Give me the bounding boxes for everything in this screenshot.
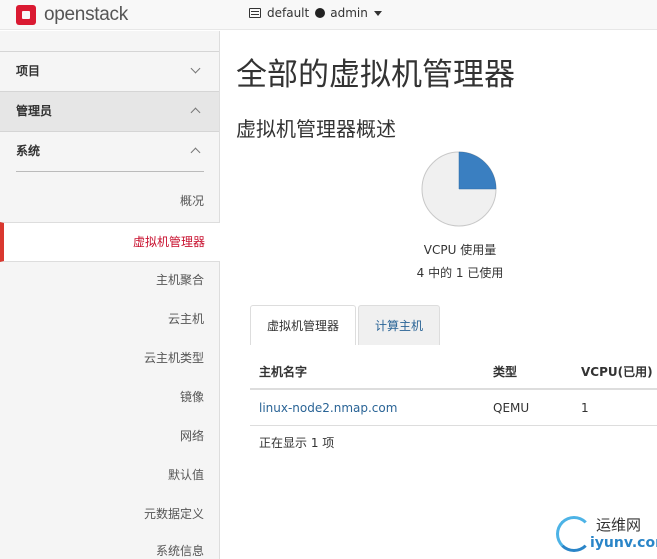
sidebar-panel-admin[interactable]: 管理员: [0, 91, 219, 131]
watermark-logo: 运维网 iyunv.com: [552, 512, 657, 557]
watermark-ring-icon: [556, 516, 592, 552]
sidebar-item-host-aggregates[interactable]: 主机聚合: [0, 265, 219, 295]
sidebar-item-hypervisors[interactable]: 虚拟机管理器: [0, 222, 220, 262]
brand-logo[interactable]: openstack: [16, 4, 128, 26]
watermark-text-en: iyunv.com: [590, 535, 657, 551]
sidebar-item-instances[interactable]: 云主机: [0, 304, 219, 334]
sidebar-panel-system[interactable]: 系统: [0, 131, 219, 173]
project-name: default: [267, 6, 310, 20]
chevron-up-icon: [190, 107, 201, 118]
sidebar-item-overview[interactable]: 概况: [0, 186, 219, 216]
cell-type: QEMU: [493, 401, 530, 415]
table-item-count: 正在显示 1 项: [259, 436, 335, 450]
pie-chart-title: VCPU 使用量: [423, 243, 497, 257]
divider: [16, 171, 204, 172]
pie-chart-subtitle: 4 中的 1 已使用: [416, 266, 504, 280]
sidebar-panel-label: 项目: [16, 64, 41, 78]
cell-vcpu-used: 1: [581, 401, 589, 415]
tab-hypervisors[interactable]: 虚拟机管理器: [250, 305, 357, 345]
sidebar-item-defaults[interactable]: 默认值: [0, 460, 219, 490]
table-row: linux-node2.nmap.com QEMU 1: [250, 390, 657, 426]
sidebar-panel-label: 系统: [16, 144, 41, 158]
project-user-dropdown[interactable]: default admin: [249, 6, 382, 20]
column-header-type[interactable]: 类型: [493, 354, 517, 390]
hostname-link[interactable]: linux-node2.nmap.com: [259, 401, 397, 415]
tab-compute-host[interactable]: 计算主机: [358, 305, 441, 345]
chevron-up-icon: [190, 147, 201, 158]
sidebar: 项目 管理员 系统 概况 虚拟机管理器 主机聚合 云主机 云主机类型 镜像 网络…: [0, 31, 220, 559]
tab-bar: 虚拟机管理器 计算主机: [250, 305, 442, 345]
sidebar-panel-project[interactable]: 项目: [0, 51, 219, 91]
user-dot-icon: [315, 8, 326, 18]
sidebar-item-system-info[interactable]: 系统信息: [0, 536, 219, 559]
chevron-down-icon: [190, 63, 201, 74]
top-navbar: openstack default admin: [0, 0, 657, 30]
sidebar-panel-label: 管理员: [16, 104, 53, 118]
column-header-vcpu-used[interactable]: VCPU(已用): [581, 354, 653, 390]
openstack-logo-icon: [16, 5, 36, 25]
table-header: 主机名字 类型 VCPU(已用): [250, 354, 657, 390]
sidebar-item-metadata-definitions[interactable]: 元数据定义: [0, 499, 219, 529]
page-title: 全部的虚拟机管理器: [236, 57, 515, 93]
hypervisors-table: 主机名字 类型 VCPU(已用) linux-node2.nmap.com QE…: [250, 354, 657, 450]
pie-slice-used: [458, 151, 497, 190]
section-title: 虚拟机管理器概述: [236, 117, 396, 141]
sidebar-item-flavors[interactable]: 云主机类型: [0, 343, 219, 373]
sidebar-item-networks[interactable]: 网络: [0, 421, 219, 451]
watermark-text-cn: 运维网: [596, 516, 642, 534]
vcpu-usage-pie-chart: [420, 150, 498, 228]
user-name: admin: [330, 6, 368, 20]
sidebar-item-images[interactable]: 镜像: [0, 382, 219, 412]
brand-name: openstack: [44, 4, 128, 25]
main-content: 全部的虚拟机管理器 虚拟机管理器概述 VCPU 使用量 4 中的 1 已使用 虚…: [220, 31, 657, 559]
project-list-icon: [249, 8, 261, 18]
chevron-down-icon: [373, 10, 382, 16]
column-header-hostname[interactable]: 主机名字: [259, 354, 307, 390]
